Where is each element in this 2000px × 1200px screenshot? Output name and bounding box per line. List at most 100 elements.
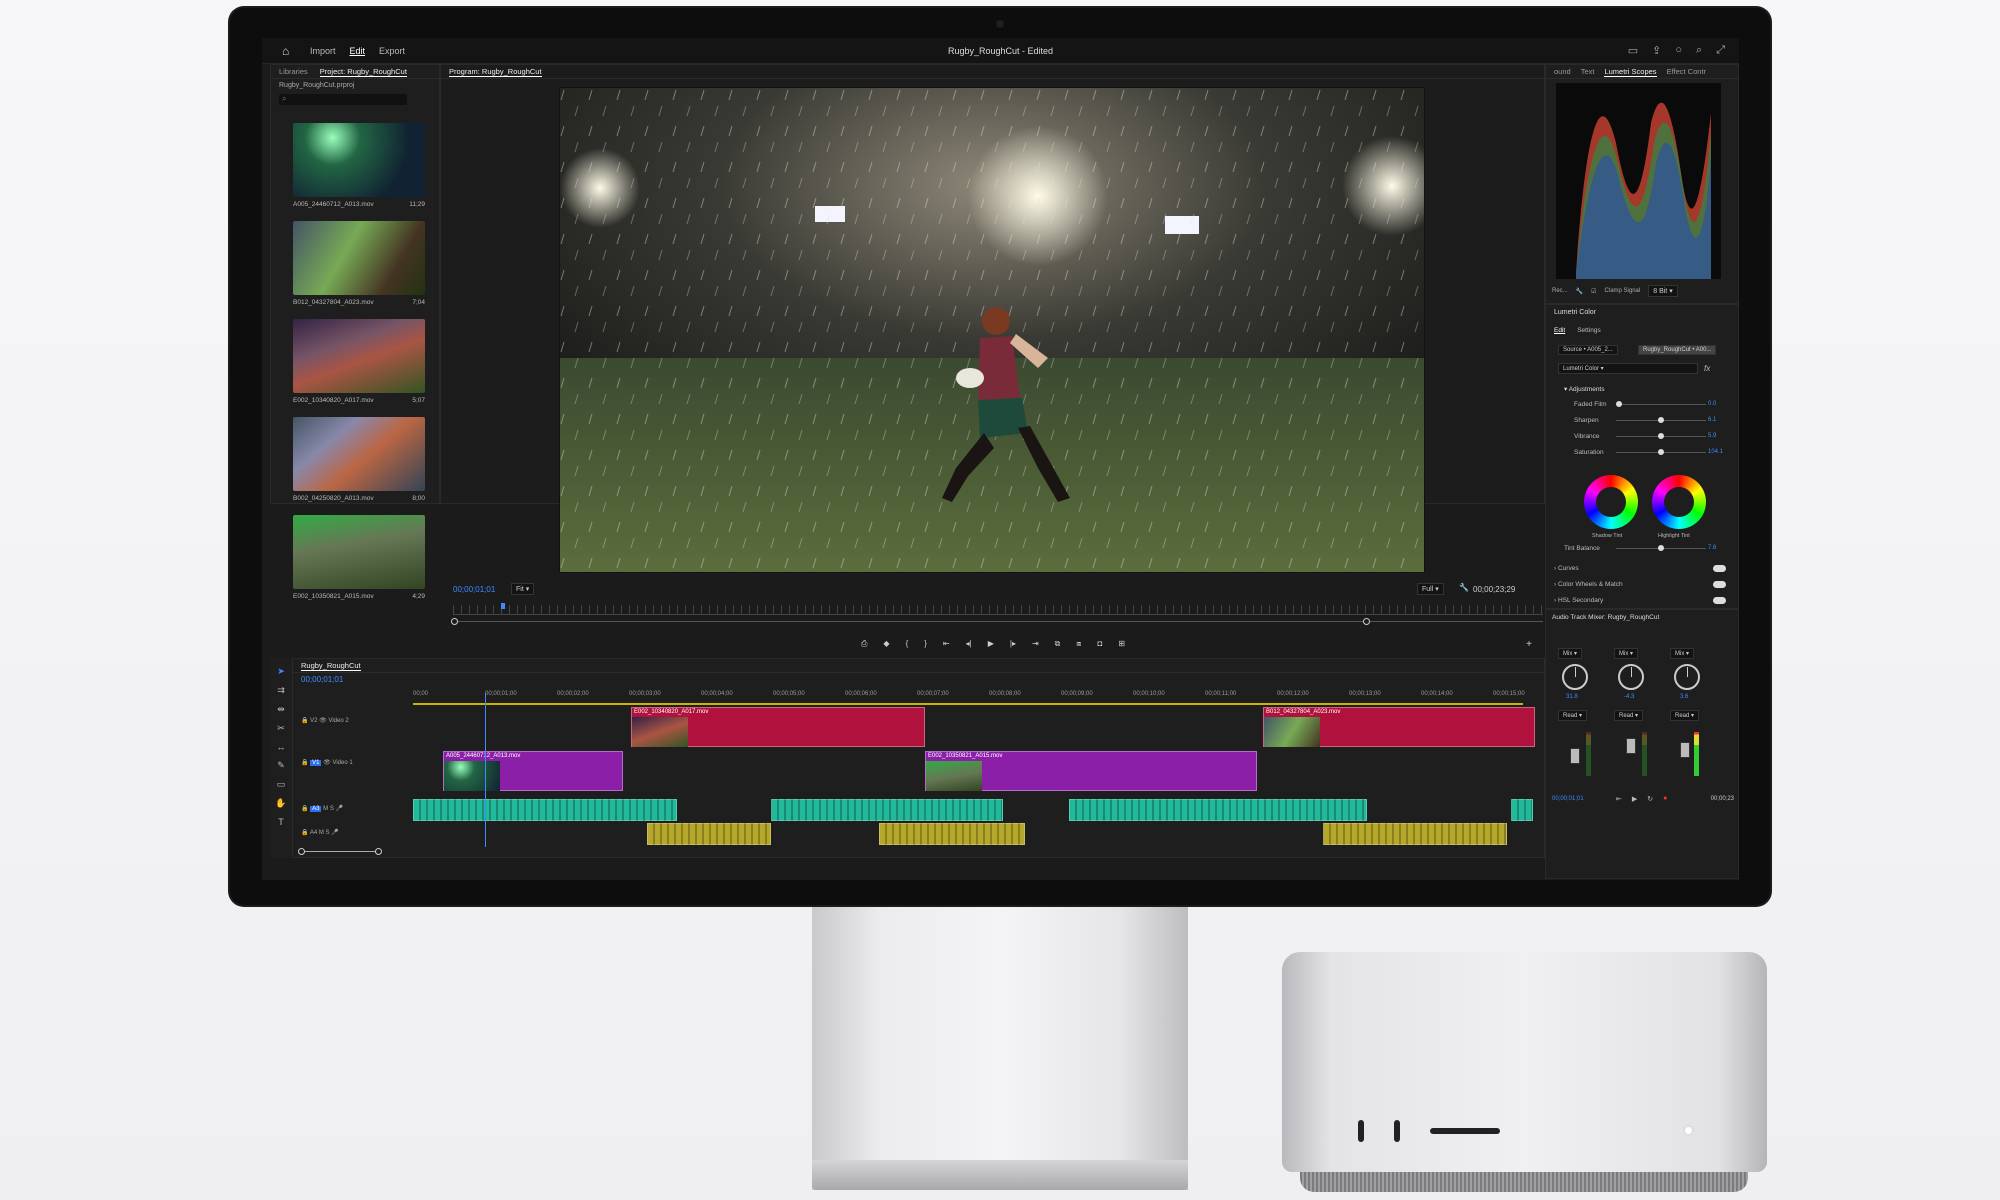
tab-text[interactable]: Text — [1581, 67, 1595, 76]
tab-program[interactable]: Program: Rugby_RoughCut — [449, 67, 542, 77]
timeline-playhead[interactable] — [485, 693, 486, 847]
overwrite-icon[interactable]: ⧈ — [1076, 639, 1081, 649]
slip-tool-icon[interactable]: ↔ — [277, 742, 286, 752]
export-frame-icon[interactable]: ⎙ — [861, 639, 867, 649]
highlight-tint-wheel[interactable] — [1652, 475, 1706, 529]
track-header-a3[interactable]: 🔒 A3 M S 🎤 — [301, 805, 343, 812]
tint-balance-slider[interactable] — [1616, 545, 1706, 551]
mark-in-icon[interactable]: { — [906, 639, 909, 649]
mix-dropdown[interactable]: Mix ▾ — [1558, 648, 1583, 659]
timeline-timecode[interactable]: 00;00;01;01 — [301, 675, 343, 684]
track-header-v1[interactable]: 🔒 V1 👁 Video 1 — [301, 759, 353, 766]
adjustments-section[interactable]: ▾ Adjustments — [1564, 385, 1605, 393]
playback-scrubber[interactable] — [453, 605, 1543, 615]
current-timecode[interactable]: 00;00;01;01 — [453, 585, 495, 594]
play-button[interactable]: ▶ — [988, 639, 994, 649]
timeline-clip-v1[interactable]: E002_10350821_A015.mov — [925, 751, 1257, 791]
sharpen-slider[interactable] — [1616, 417, 1706, 423]
project-search-input[interactable]: ⌕ — [279, 94, 407, 105]
resolution-dropdown[interactable]: Full ▾ — [1417, 583, 1444, 595]
nav-import[interactable]: Import — [310, 46, 336, 56]
loop-icon[interactable]: ↻ — [1647, 795, 1653, 803]
pan-value[interactable]: -4.3 — [1624, 694, 1634, 700]
tab-lumetri-edit[interactable]: Edit — [1554, 327, 1565, 334]
sharpen-value[interactable]: 6.1 — [1708, 417, 1716, 423]
saturation-slider[interactable] — [1616, 449, 1706, 455]
vibrance-slider[interactable] — [1616, 433, 1706, 439]
wrench-icon[interactable]: 🔧 — [1459, 583, 1469, 592]
tab-sound[interactable]: ound — [1554, 67, 1571, 76]
marker-icon[interactable]: ◆ — [883, 639, 889, 649]
clamp-signal-checkbox[interactable]: ☑ — [1591, 288, 1596, 295]
pan-knob[interactable] — [1674, 664, 1700, 690]
tab-effect-controls[interactable]: Effect Contr — [1667, 67, 1706, 76]
audio-clip-a4[interactable] — [647, 823, 771, 845]
camera-icon[interactable]: ◘ — [1097, 639, 1102, 649]
home-icon[interactable]: ⌂ — [282, 44, 296, 58]
project-clip[interactable]: A005_24460712_A013.mov 11;29 — [293, 123, 425, 208]
add-button-icon[interactable]: + — [1526, 639, 1532, 650]
ripple-edit-icon[interactable]: ⇹ — [277, 704, 285, 715]
saturation-value[interactable]: 104.1 — [1708, 449, 1723, 455]
bit-depth-dropdown[interactable]: 8 Bit ▾ — [1648, 285, 1678, 297]
volume-fader[interactable] — [1570, 748, 1580, 764]
step-back-icon[interactable]: ◂| — [966, 639, 972, 649]
compare-icon[interactable]: ⊞ — [1118, 639, 1125, 649]
tab-libraries[interactable]: Libraries — [279, 67, 308, 76]
out-handle[interactable] — [1363, 618, 1370, 625]
audio-clip-a3[interactable] — [413, 799, 677, 821]
source-clip-tab[interactable]: Source • A005_2... — [1558, 345, 1618, 355]
volume-fader[interactable] — [1680, 742, 1690, 758]
nav-export[interactable]: Export — [379, 46, 405, 56]
layout-icon[interactable]: ▭ — [1628, 44, 1638, 57]
pan-value[interactable]: 31.8 — [1566, 694, 1578, 700]
go-to-in-icon[interactable]: ⇤ — [1616, 795, 1622, 803]
play-button[interactable]: ▶ — [1632, 795, 1637, 803]
color-wheels-toggle[interactable] — [1713, 581, 1726, 588]
mix-dropdown[interactable]: Mix ▾ — [1614, 648, 1639, 659]
audio-clip-a4[interactable] — [1323, 823, 1507, 845]
record-button[interactable]: ● — [1663, 795, 1667, 803]
timeline-clip-v2[interactable]: B012_04327804_A023.mov — [1263, 707, 1535, 747]
section-color-wheels[interactable]: › Color Wheels & Match — [1554, 581, 1623, 588]
section-curves[interactable]: › Curves — [1554, 565, 1579, 572]
time-ruler[interactable]: 00;00 00;00;01;00 00;00;02;00 00;00;03;0… — [413, 691, 1525, 701]
razor-tool-icon[interactable]: ✂ — [277, 723, 285, 734]
tab-project[interactable]: Project: Rugby_RoughCut — [319, 67, 407, 77]
go-to-in-icon[interactable]: ⇤ — [943, 639, 950, 649]
nav-edit[interactable]: Edit — [350, 46, 366, 56]
share-icon[interactable]: ⇪ — [1652, 44, 1661, 57]
tab-lumetri-settings[interactable]: Settings — [1577, 327, 1601, 334]
status-icon[interactable]: ○ — [1675, 44, 1682, 57]
zoom-handle-left[interactable] — [298, 848, 305, 855]
faded-film-value[interactable]: 0.0 — [1708, 401, 1716, 407]
mixer-timecode[interactable]: 00;00;01;01 — [1552, 796, 1584, 802]
effect-dropdown[interactable]: Lumetri Color ▾ — [1558, 363, 1698, 374]
playhead-marker[interactable] — [501, 603, 505, 609]
project-clip[interactable]: E002_10340820_A017.mov 5;07 — [293, 319, 425, 404]
project-clip[interactable]: B012_04327804_A023.mov 7;04 — [293, 221, 425, 306]
zoom-handle-right[interactable] — [375, 848, 382, 855]
in-handle[interactable] — [451, 618, 458, 625]
audio-clip-a4[interactable] — [879, 823, 1025, 845]
search-icon[interactable]: ⌕ — [1696, 44, 1702, 57]
step-forward-icon[interactable]: |▸ — [1010, 639, 1016, 649]
pan-knob[interactable] — [1562, 664, 1588, 690]
tab-sequence[interactable]: Rugby_RoughCut — [301, 661, 361, 671]
section-hsl-secondary[interactable]: › HSL Secondary — [1554, 597, 1603, 604]
pen-tool-icon[interactable]: ✎ — [277, 760, 285, 771]
shadow-tint-wheel[interactable] — [1584, 475, 1638, 529]
tint-balance-value[interactable]: 7.6 — [1708, 545, 1716, 551]
work-area-bar[interactable] — [413, 703, 1523, 705]
mark-out-icon[interactable]: } — [924, 639, 927, 649]
track-header-a4[interactable]: 🔒 A4 M S 🎤 — [301, 829, 339, 836]
rectangle-tool-icon[interactable]: ▭ — [277, 779, 286, 790]
audio-clip-a3[interactable] — [1511, 799, 1533, 821]
fullscreen-icon[interactable]: ⤢ — [1716, 44, 1725, 57]
audio-clip-a3[interactable] — [771, 799, 1003, 821]
selection-tool-icon[interactable]: ➤ — [277, 666, 285, 677]
automation-dropdown[interactable]: Read ▾ — [1670, 710, 1700, 721]
pan-value[interactable]: 3.6 — [1680, 694, 1688, 700]
mix-dropdown[interactable]: Mix ▾ — [1670, 648, 1695, 659]
in-out-bar[interactable] — [453, 621, 1543, 622]
